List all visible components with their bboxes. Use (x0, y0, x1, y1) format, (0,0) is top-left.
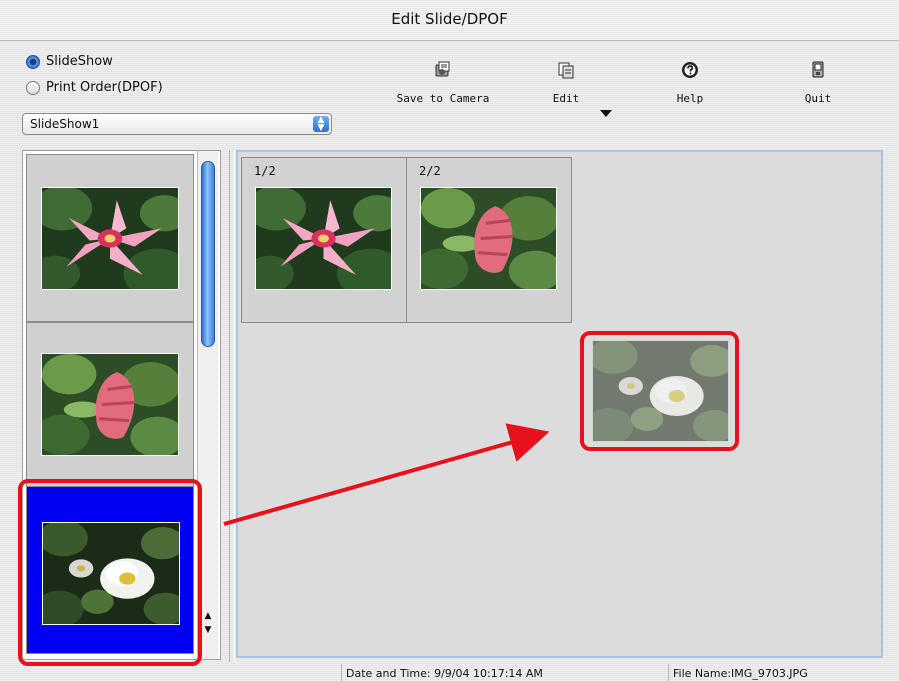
window-title: Edit Slide/DPOF (391, 10, 508, 28)
edit-icon (558, 62, 574, 79)
slide-image-pink-shrimp-plant (420, 187, 557, 290)
save-to-camera-button[interactable]: Save to Camera (388, 60, 498, 105)
slide-area[interactable]: 1/2 2/2 (236, 150, 883, 658)
slide-number: 2/2 (419, 164, 441, 178)
slide-item[interactable]: 2/2 (406, 157, 572, 323)
edit-dropdown-arrow-icon[interactable] (600, 110, 612, 117)
edit-label: Edit (552, 92, 580, 105)
quit-button[interactable]: Quit (796, 60, 840, 105)
scrollbar-thumb[interactable] (201, 161, 215, 347)
annotation-source-highlight (18, 479, 202, 666)
select-arrows-icon: ▲ ▼ (313, 116, 329, 133)
help-icon (682, 62, 698, 78)
annotation-target-highlight (580, 331, 739, 451)
slideshow-select-value: SlideShow1 (30, 117, 100, 131)
status-file-name: File Name:IMG_9703.JPG (668, 664, 899, 681)
slide-item[interactable]: 1/2 (241, 157, 407, 323)
slide-number: 1/2 (254, 164, 276, 178)
print-order-radio-label: Print Order(DPOF) (46, 80, 163, 95)
status-bar: Date and Time: 9/9/04 10:17:14 AM File N… (0, 664, 899, 681)
thumbnail-pink-shrimp-plant (41, 353, 179, 456)
panel-splitter[interactable] (229, 150, 235, 662)
slide-image-pink-lily (255, 187, 392, 290)
help-button[interactable]: Help (668, 60, 712, 105)
help-label: Help (676, 92, 704, 105)
slideshow-radio-label: SlideShow (46, 54, 113, 69)
save-to-camera-icon (435, 61, 450, 77)
radio-unselected-icon (26, 80, 40, 95)
image-list-item[interactable] (26, 322, 194, 490)
status-date-time: Date and Time: 9/9/04 10:17:14 AM (341, 664, 663, 681)
image-list-item[interactable] (26, 154, 194, 322)
thumbnail-pink-lily (41, 187, 179, 290)
quit-icon (812, 61, 824, 78)
slideshow-select[interactable]: SlideShow1 ▲ ▼ (22, 113, 332, 135)
radio-selected-icon (26, 54, 40, 69)
title-bar[interactable]: Edit Slide/DPOF (0, 0, 899, 41)
edit-button[interactable]: Edit (544, 60, 588, 105)
print-order-radio[interactable]: Print Order(DPOF) (26, 80, 163, 95)
slideshow-radio[interactable]: SlideShow (26, 54, 113, 69)
quit-label: Quit (804, 92, 832, 105)
save-to-camera-label: Save to Camera (396, 92, 490, 105)
